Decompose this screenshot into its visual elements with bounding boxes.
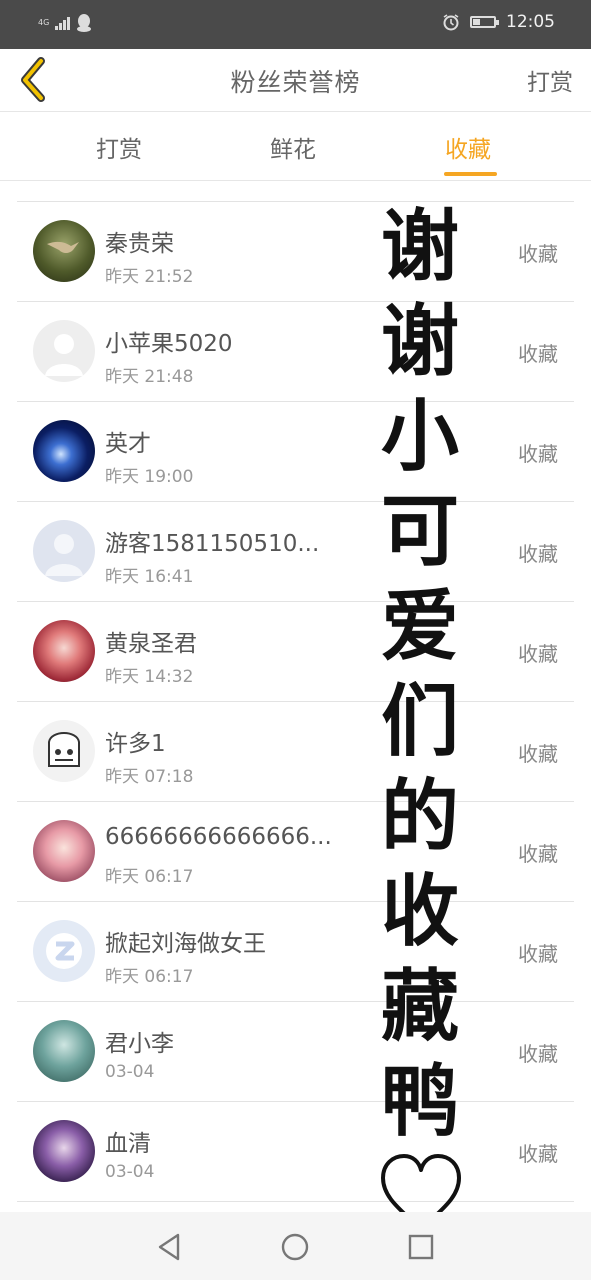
favorite-label: 收藏 xyxy=(518,642,558,666)
favorite-label: 收藏 xyxy=(518,542,558,566)
avatar xyxy=(33,220,95,282)
list-item[interactable]: 君小李 03-04 收藏 xyxy=(17,1002,574,1102)
tab-reward[interactable]: 打赏 xyxy=(96,130,142,164)
message-char: 爱 xyxy=(380,582,459,672)
header: 粉丝荣誉榜 打赏 xyxy=(0,49,591,112)
list-item[interactable]: 许多1 昨天 07:18 收藏 xyxy=(17,702,574,802)
alarm-icon xyxy=(443,14,459,31)
fan-list: 秦贵荣 昨天 21:52 收藏 小苹果5020 昨天 21:48 收藏 英才 昨… xyxy=(17,201,574,1202)
recents-square-icon[interactable] xyxy=(404,1230,438,1264)
message-char: 们 xyxy=(380,677,459,767)
timestamp: 03-04 xyxy=(105,1162,155,1182)
back-triangle-icon[interactable] xyxy=(152,1230,186,1264)
message-char: 谢 xyxy=(380,202,459,292)
timestamp: 昨天 06:17 xyxy=(105,867,194,887)
message-char: 鸭 xyxy=(380,1057,459,1147)
user-name: 血清 xyxy=(105,1131,151,1157)
user-name: 游客1581150510... xyxy=(105,531,320,557)
avatar xyxy=(33,420,95,482)
message-char: 可 xyxy=(380,487,459,577)
tab-favorites[interactable]: 收藏 xyxy=(445,130,491,164)
user-name: 许多1 xyxy=(105,731,166,757)
message-char: 小 xyxy=(380,392,459,482)
page-title: 粉丝荣誉榜 xyxy=(230,68,361,97)
avatar xyxy=(33,820,95,882)
timestamp: 03-04 xyxy=(105,1062,155,1082)
user-name: 秦贵荣 xyxy=(105,231,174,257)
message-char: 收 xyxy=(380,867,459,957)
favorite-label: 收藏 xyxy=(518,342,558,366)
battery-icon xyxy=(470,16,499,28)
list-item[interactable]: 秦贵荣 昨天 21:52 收藏 xyxy=(17,202,574,302)
timestamp: 昨天 19:00 xyxy=(105,467,194,487)
clock-time: 12:05 xyxy=(506,12,555,32)
favorite-label: 收藏 xyxy=(518,1042,558,1066)
tab-flowers[interactable]: 鲜花 xyxy=(270,130,316,164)
list-item[interactable]: 黄泉圣君 昨天 14:32 收藏 xyxy=(17,602,574,702)
list-item[interactable]: 掀起刘海做女王 昨天 06:17 收藏 xyxy=(17,902,574,1002)
reward-button[interactable]: 打赏 xyxy=(527,63,573,97)
user-name: 66666666666666... xyxy=(105,824,332,850)
network-type: 4G xyxy=(38,18,50,27)
avatar xyxy=(33,720,95,782)
list-item[interactable]: 游客1581150510... 昨天 16:41 收藏 xyxy=(17,502,574,602)
user-name: 小苹果5020 xyxy=(105,331,233,357)
favorite-label: 收藏 xyxy=(518,842,558,866)
list-item[interactable]: 小苹果5020 昨天 21:48 收藏 xyxy=(17,302,574,402)
avatar xyxy=(33,920,95,982)
user-name: 英才 xyxy=(105,431,151,457)
timestamp: 昨天 16:41 xyxy=(105,567,194,587)
avatar xyxy=(33,620,95,682)
favorite-label: 收藏 xyxy=(518,242,558,266)
timestamp: 昨天 21:52 xyxy=(105,267,194,287)
list-item[interactable]: 66666666666666... 昨天 06:17 收藏 xyxy=(17,802,574,902)
timestamp: 昨天 06:17 xyxy=(105,967,194,987)
list-item[interactable]: 血清 03-04 收藏 xyxy=(17,1102,574,1202)
handwritten-message: 谢 谢 小 可 爱 们 的 收 藏 鸭 xyxy=(370,200,472,1150)
timestamp: 昨天 21:48 xyxy=(105,367,194,387)
home-circle-icon[interactable] xyxy=(278,1230,312,1264)
message-char: 谢 xyxy=(380,297,459,387)
signal-icon xyxy=(55,16,71,30)
system-nav-bar xyxy=(0,1212,591,1280)
status-left: 4G xyxy=(38,14,92,32)
tab-indicator xyxy=(444,172,497,176)
qq-icon xyxy=(77,14,92,32)
avatar xyxy=(33,1120,95,1182)
avatar xyxy=(33,320,95,382)
message-char: 藏 xyxy=(380,962,459,1052)
favorite-label: 收藏 xyxy=(518,1142,558,1166)
list-item[interactable]: 英才 昨天 19:00 收藏 xyxy=(17,402,574,502)
user-name: 君小李 xyxy=(105,1031,174,1057)
favorite-label: 收藏 xyxy=(518,942,558,966)
tab-bar: 打赏 鲜花 收藏 xyxy=(0,112,591,181)
favorite-label: 收藏 xyxy=(518,742,558,766)
user-name: 掀起刘海做女王 xyxy=(105,931,266,957)
avatar xyxy=(33,1020,95,1082)
timestamp: 昨天 07:18 xyxy=(105,767,194,787)
timestamp: 昨天 14:32 xyxy=(105,667,194,687)
avatar xyxy=(33,520,95,582)
favorite-label: 收藏 xyxy=(518,442,558,466)
status-bar: 4G 12:05 xyxy=(0,0,591,49)
message-char: 的 xyxy=(380,772,459,862)
status-right: 12:05 xyxy=(442,12,555,32)
user-name: 黄泉圣君 xyxy=(105,631,197,657)
